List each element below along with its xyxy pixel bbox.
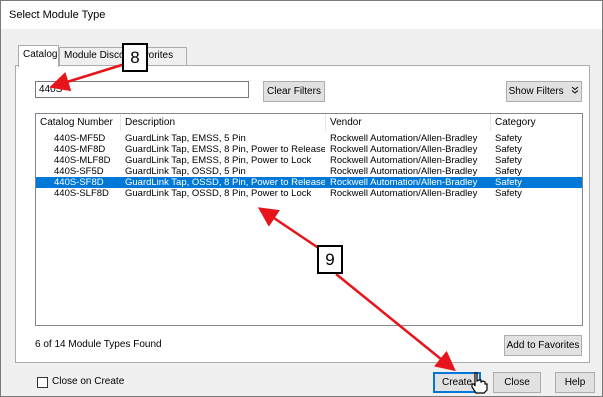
cell-catalog-number: 440S-MF5D	[54, 133, 106, 144]
cell-description: GuardLink Tap, OSSD, 8 Pin, Power to Rel…	[125, 177, 325, 188]
cell-category: Safety	[495, 155, 522, 166]
cell-vendor: Rockwell Automation/Allen-Bradley	[330, 155, 478, 166]
cell-vendor: Rockwell Automation/Allen-Bradley	[330, 177, 478, 188]
cell-category: Safety	[495, 166, 522, 177]
column-header-category[interactable]: Category	[491, 114, 582, 131]
module-type-list[interactable]: Catalog Number Description Vendor Catego…	[35, 113, 583, 326]
tab-module-discovery-label: Module Discovery	[64, 50, 126, 61]
close-button[interactable]: Close	[493, 372, 541, 393]
close-on-create-label[interactable]: Close on Create	[52, 376, 124, 387]
close-label: Close	[504, 377, 530, 388]
clear-filters-label: Clear Filters	[267, 86, 321, 97]
table-row[interactable]: 440S-MF5D GuardLink Tap, EMSS, 5 Pin Roc…	[36, 133, 582, 144]
search-input[interactable]: 440S	[35, 81, 249, 98]
hand-cursor-icon	[469, 372, 489, 394]
cell-vendor: Rockwell Automation/Allen-Bradley	[330, 144, 478, 155]
callout-step-8: 8	[122, 43, 148, 72]
cell-catalog-number: 440S-SF5D	[54, 166, 104, 177]
tab-catalog-label: Catalog	[23, 49, 58, 60]
cell-catalog-number: 440S-SLF8D	[54, 188, 109, 199]
table-row[interactable]: 440S-MLF8D GuardLink Tap, EMSS, 8 Pin, P…	[36, 155, 582, 166]
cell-vendor: Rockwell Automation/Allen-Bradley	[330, 188, 478, 199]
table-row[interactable]: 440S-SLF8D GuardLink Tap, OSSD, 8 Pin, P…	[36, 188, 582, 199]
cell-catalog-number: 440S-MLF8D	[54, 155, 111, 166]
create-label: Create	[441, 377, 472, 388]
cell-vendor: Rockwell Automation/Allen-Bradley	[330, 133, 478, 144]
help-button[interactable]: Help	[555, 372, 595, 393]
column-header-catalog-number[interactable]: Catalog Number	[36, 114, 121, 131]
chevrons-down-icon	[571, 82, 579, 101]
select-module-type-dialog: Select Module Type Catalog Module Discov…	[0, 0, 603, 397]
column-header-vendor[interactable]: Vendor	[326, 114, 491, 131]
cell-category: Safety	[495, 188, 522, 199]
table-row-selected[interactable]: 440S-SF8D GuardLink Tap, OSSD, 8 Pin, Po…	[36, 177, 582, 188]
cell-description: GuardLink Tap, EMSS, 5 Pin	[125, 133, 246, 144]
help-label: Help	[564, 377, 586, 388]
add-to-favorites-button[interactable]: Add to Favorites	[504, 335, 582, 356]
cell-catalog-number: 440S-SF8D	[54, 177, 104, 188]
table-row[interactable]: 440S-MF8D GuardLink Tap, EMSS, 8 Pin, Po…	[36, 144, 582, 155]
close-on-create-checkbox[interactable]	[37, 377, 48, 388]
module-count-status: 6 of 14 Module Types Found	[35, 339, 162, 350]
cell-category: Safety	[495, 144, 522, 155]
clear-filters-button[interactable]: Clear Filters	[263, 81, 325, 102]
cell-category: Safety	[495, 133, 522, 144]
show-filters-label: Show Filters	[508, 86, 564, 97]
column-header-description[interactable]: Description	[121, 114, 326, 131]
window-title: Select Module Type	[9, 9, 106, 21]
cell-description: GuardLink Tap, OSSD, 5 Pin	[125, 166, 246, 177]
callout-step-9: 9	[317, 245, 343, 274]
tab-module-discovery[interactable]: Module Discovery	[59, 47, 127, 65]
cell-description: GuardLink Tap, EMSS, 8 Pin, Power to Loc…	[125, 155, 312, 166]
add-to-favorites-label: Add to Favorites	[506, 340, 580, 351]
cell-vendor: Rockwell Automation/Allen-Bradley	[330, 166, 478, 177]
table-row[interactable]: 440S-SF5D GuardLink Tap, OSSD, 5 Pin Roc…	[36, 166, 582, 177]
cell-category: Safety	[495, 177, 522, 188]
tab-catalog[interactable]: Catalog	[18, 45, 59, 67]
cell-description: GuardLink Tap, EMSS, 8 Pin, Power to Rel…	[125, 144, 325, 155]
cell-catalog-number: 440S-MF8D	[54, 144, 106, 155]
title-bar: Select Module Type	[1, 1, 602, 29]
show-filters-button[interactable]: Show Filters	[506, 81, 582, 102]
cell-description: GuardLink Tap, OSSD, 8 Pin, Power to Loc…	[125, 188, 312, 199]
